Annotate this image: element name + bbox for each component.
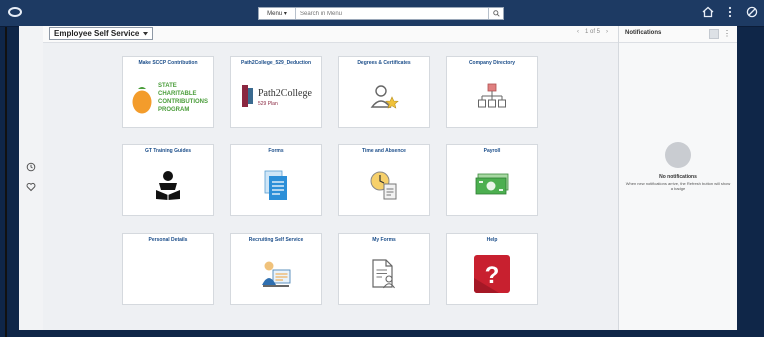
- homepage-selector[interactable]: Employee Self Service: [49, 27, 154, 40]
- empty-avatar-icon: [665, 142, 691, 168]
- app-logo-icon[interactable]: [8, 7, 22, 17]
- clock-document-icon: [370, 171, 397, 200]
- tile-degrees-certificates[interactable]: Degrees & Certificates: [338, 56, 430, 128]
- tile-gt-training-guides[interactable]: GT Training Guides: [122, 144, 214, 216]
- tile-title: Recruiting Self Service: [248, 237, 304, 243]
- notifications-empty-title: No notifications: [659, 174, 697, 180]
- chevron-down-icon: [143, 31, 149, 35]
- left-frame: [0, 26, 19, 337]
- notifications-empty-desc: When new notifications arrive, the Refre…: [625, 181, 731, 191]
- left-rail: [19, 26, 44, 330]
- path2college-logo-icon: Path2College 529 Plan: [231, 71, 321, 123]
- forms-documents-icon: [264, 170, 287, 200]
- path2college-logo-text: Path2College: [258, 88, 312, 99]
- left-frame-line: [5, 26, 7, 337]
- more-icon[interactable]: [728, 6, 732, 18]
- home-icon[interactable]: [702, 6, 714, 18]
- right-frame: [736, 26, 764, 337]
- homepage-name: Employee Self Service: [54, 29, 140, 38]
- tile-title: Path2College_529_Deduction: [240, 60, 312, 66]
- favorites-heart-icon[interactable]: [26, 182, 36, 192]
- notifications-title: Notifications: [625, 30, 662, 36]
- sccp-logo-line: CHARITABLE: [158, 91, 197, 97]
- notifications-menu-icon[interactable]: ⋮: [723, 29, 731, 39]
- tile-personal-details[interactable]: Personal Details: [122, 233, 214, 305]
- person-star-icon: [370, 85, 399, 109]
- tile-company-directory[interactable]: Company Directory: [446, 56, 538, 128]
- tile-help[interactable]: Help ?: [446, 233, 538, 305]
- sccp-logo-line: PROGRAM: [158, 107, 189, 113]
- tile-time-and-absence[interactable]: Time and Absence: [338, 144, 430, 216]
- notifications-header: Notifications ⋮: [619, 26, 737, 43]
- tile-title: Company Directory: [468, 60, 516, 66]
- document-person-icon: [372, 259, 395, 289]
- top-bar: Menu ▾: [0, 0, 764, 27]
- tile-my-forms[interactable]: My Forms: [338, 233, 430, 305]
- tile-title: Degrees & Certificates: [357, 60, 411, 66]
- sccp-logo-icon: STATE CHARITABLE CONTRIBUTIONS PROGRAM: [123, 71, 213, 123]
- menu-search: Menu ▾: [258, 7, 504, 20]
- tile-title: Help: [486, 237, 498, 243]
- sccp-logo-line: STATE: [158, 83, 177, 89]
- tile-title: Time and Absence: [362, 148, 406, 154]
- reading-person-icon: [156, 171, 180, 200]
- notifications-panel: Notifications ⋮ No notifications When ne…: [618, 26, 737, 330]
- tile-path2college-529-deduction[interactable]: Path2College_529_Deduction Path2College …: [230, 56, 322, 128]
- page-navigator: ‹ 1 of 5 ›: [577, 29, 608, 35]
- page-indicator: 1 of 5: [584, 29, 600, 35]
- path2college-logo-subtext: 529 Plan: [258, 101, 278, 107]
- menu-search-input[interactable]: [296, 8, 488, 19]
- tile-title: Forms: [268, 148, 284, 154]
- tile-forms[interactable]: Forms: [230, 144, 322, 216]
- tile-title: GT Training Guides: [144, 148, 192, 154]
- help-question-icon: ?: [474, 255, 510, 293]
- tile-title: Make SCCP Contribution: [138, 60, 198, 66]
- money-bill-icon: [475, 173, 509, 195]
- search-button[interactable]: [488, 8, 503, 19]
- recent-history-icon[interactable]: [26, 162, 36, 172]
- tile-make-sccp-contribution[interactable]: Make SCCP Contribution STATE CHARITABLE …: [122, 56, 214, 128]
- next-page-button[interactable]: ›: [606, 29, 608, 35]
- org-chart-icon: [478, 83, 506, 108]
- homepage-header: Employee Self Service ‹ 1 of 5 ›: [43, 26, 618, 43]
- menu-dropdown-button[interactable]: Menu ▾: [259, 8, 296, 19]
- refresh-notifications-button[interactable]: [709, 29, 719, 39]
- prev-page-button[interactable]: ‹: [577, 29, 579, 35]
- top-actions: [702, 6, 758, 18]
- help-glyph: ?: [485, 262, 500, 289]
- homepage-main: Employee Self Service ‹ 1 of 5 › Make SC…: [43, 26, 618, 330]
- tile-title: Payroll: [483, 148, 501, 154]
- tile-recruiting-self-service[interactable]: Recruiting Self Service: [230, 233, 322, 305]
- tile-title: My Forms: [372, 237, 396, 243]
- no-entry-icon[interactable]: [746, 6, 758, 18]
- recruiting-person-icon: [262, 261, 291, 287]
- sccp-logo-line: CONTRIBUTIONS: [158, 99, 208, 105]
- tile-title: Personal Details: [148, 237, 188, 243]
- bottom-frame: [19, 330, 736, 337]
- search-icon: [492, 10, 500, 17]
- tile-payroll[interactable]: Payroll: [446, 144, 538, 216]
